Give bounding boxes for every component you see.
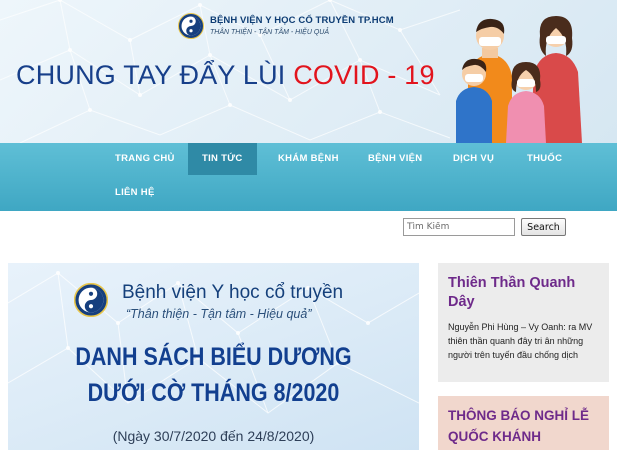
main-navigation: TRANG CHỦ TIN TỨC KHÁM BỆNH BỆNH VIỆN DỊ… [0,143,617,211]
nav-item-trang-chu[interactable]: TRANG CHỦ [101,143,189,175]
headline-covid: COVID - 19 [293,60,435,90]
sidebar-post-card: Thiên Thần Quanh Dây Nguyễn Phi Hùng – V… [438,263,609,382]
logo-text: BỆNH VIỆN Y HỌC CỔ TRUYỀN TP.HCM THÂN TH… [210,16,394,36]
logo-hospital-name: BỆNH VIỆN Y HỌC CỔ TRUYỀN TP.HCM [210,15,394,27]
sidebar-notice-title[interactable]: THÔNG BÁO NGHỈ LỄ QUỐC KHÁNH [448,405,608,447]
poster-title-line-2: DƯỚI CỜ THÁNG 8/2020 [87,379,340,407]
nav-item-benh-vien[interactable]: BỆNH VIỆN [354,143,436,175]
poster-logo-icon [74,283,108,317]
poster-slogan: “Thân thiện - Tận tâm - Hiệu quả” [126,307,312,321]
headline-main: CHUNG TAY ĐẨY LÙI [16,60,286,90]
sidebar-post-title[interactable]: Thiên Thần Quanh Dây [448,274,604,312]
poster-hospital-name: Bệnh viện Y học cổ truyền [122,282,344,303]
mother-mask [546,36,566,44]
nav-item-lien-he[interactable]: LIÊN HỆ [101,177,169,209]
nav-item-dich-vu[interactable]: DỊCH VỤ [439,143,508,175]
nav-item-thuoc[interactable]: THUỐC [513,143,576,175]
poster-date-range: (Ngày 30/7/2020 đến 24/8/2020) [112,428,315,444]
father-mask [479,37,501,46]
header-banner: BỆNH VIỆN Y HỌC CỔ TRUYỀN TP.HCM THÂN TH… [0,0,617,143]
nav-item-tin-tuc[interactable]: TIN TỨC [188,143,257,175]
boy-body [456,87,492,143]
boy-mask [465,74,483,82]
hospital-logo[interactable]: BỆNH VIỆN Y HỌC CỔ TRUYỀN TP.HCM THÂN TH… [178,10,394,42]
sidebar-post-excerpt: Nguyễn Phi Hùng – Vy Oanh: ra MV thiên t… [448,322,593,360]
search-button[interactable]: Search [521,218,566,236]
featured-post-image[interactable]: Bệnh viện Y học cổ truyền “Thân thiện - … [8,263,419,450]
poster-title-line-1: DANH SÁCH BIỂU DƯƠNG [75,343,352,371]
nav-item-kham-benh[interactable]: KHÁM BỆNH [264,143,353,175]
family-illustration [456,16,582,143]
banner-headline: CHUNG TAY ĐẨY LÙI COVID - 19 [16,60,435,91]
yin-yang-logo-icon [178,13,204,39]
search-input[interactable] [403,218,515,236]
girl-mask [517,79,535,87]
logo-slogan: THÂN THIỆN - TẬN TÂM - HIỆU QUẢ [210,28,329,36]
girl-body [506,91,546,143]
sidebar-notice-card: THÔNG BÁO NGHỈ LỄ QUỐC KHÁNH [438,396,609,450]
